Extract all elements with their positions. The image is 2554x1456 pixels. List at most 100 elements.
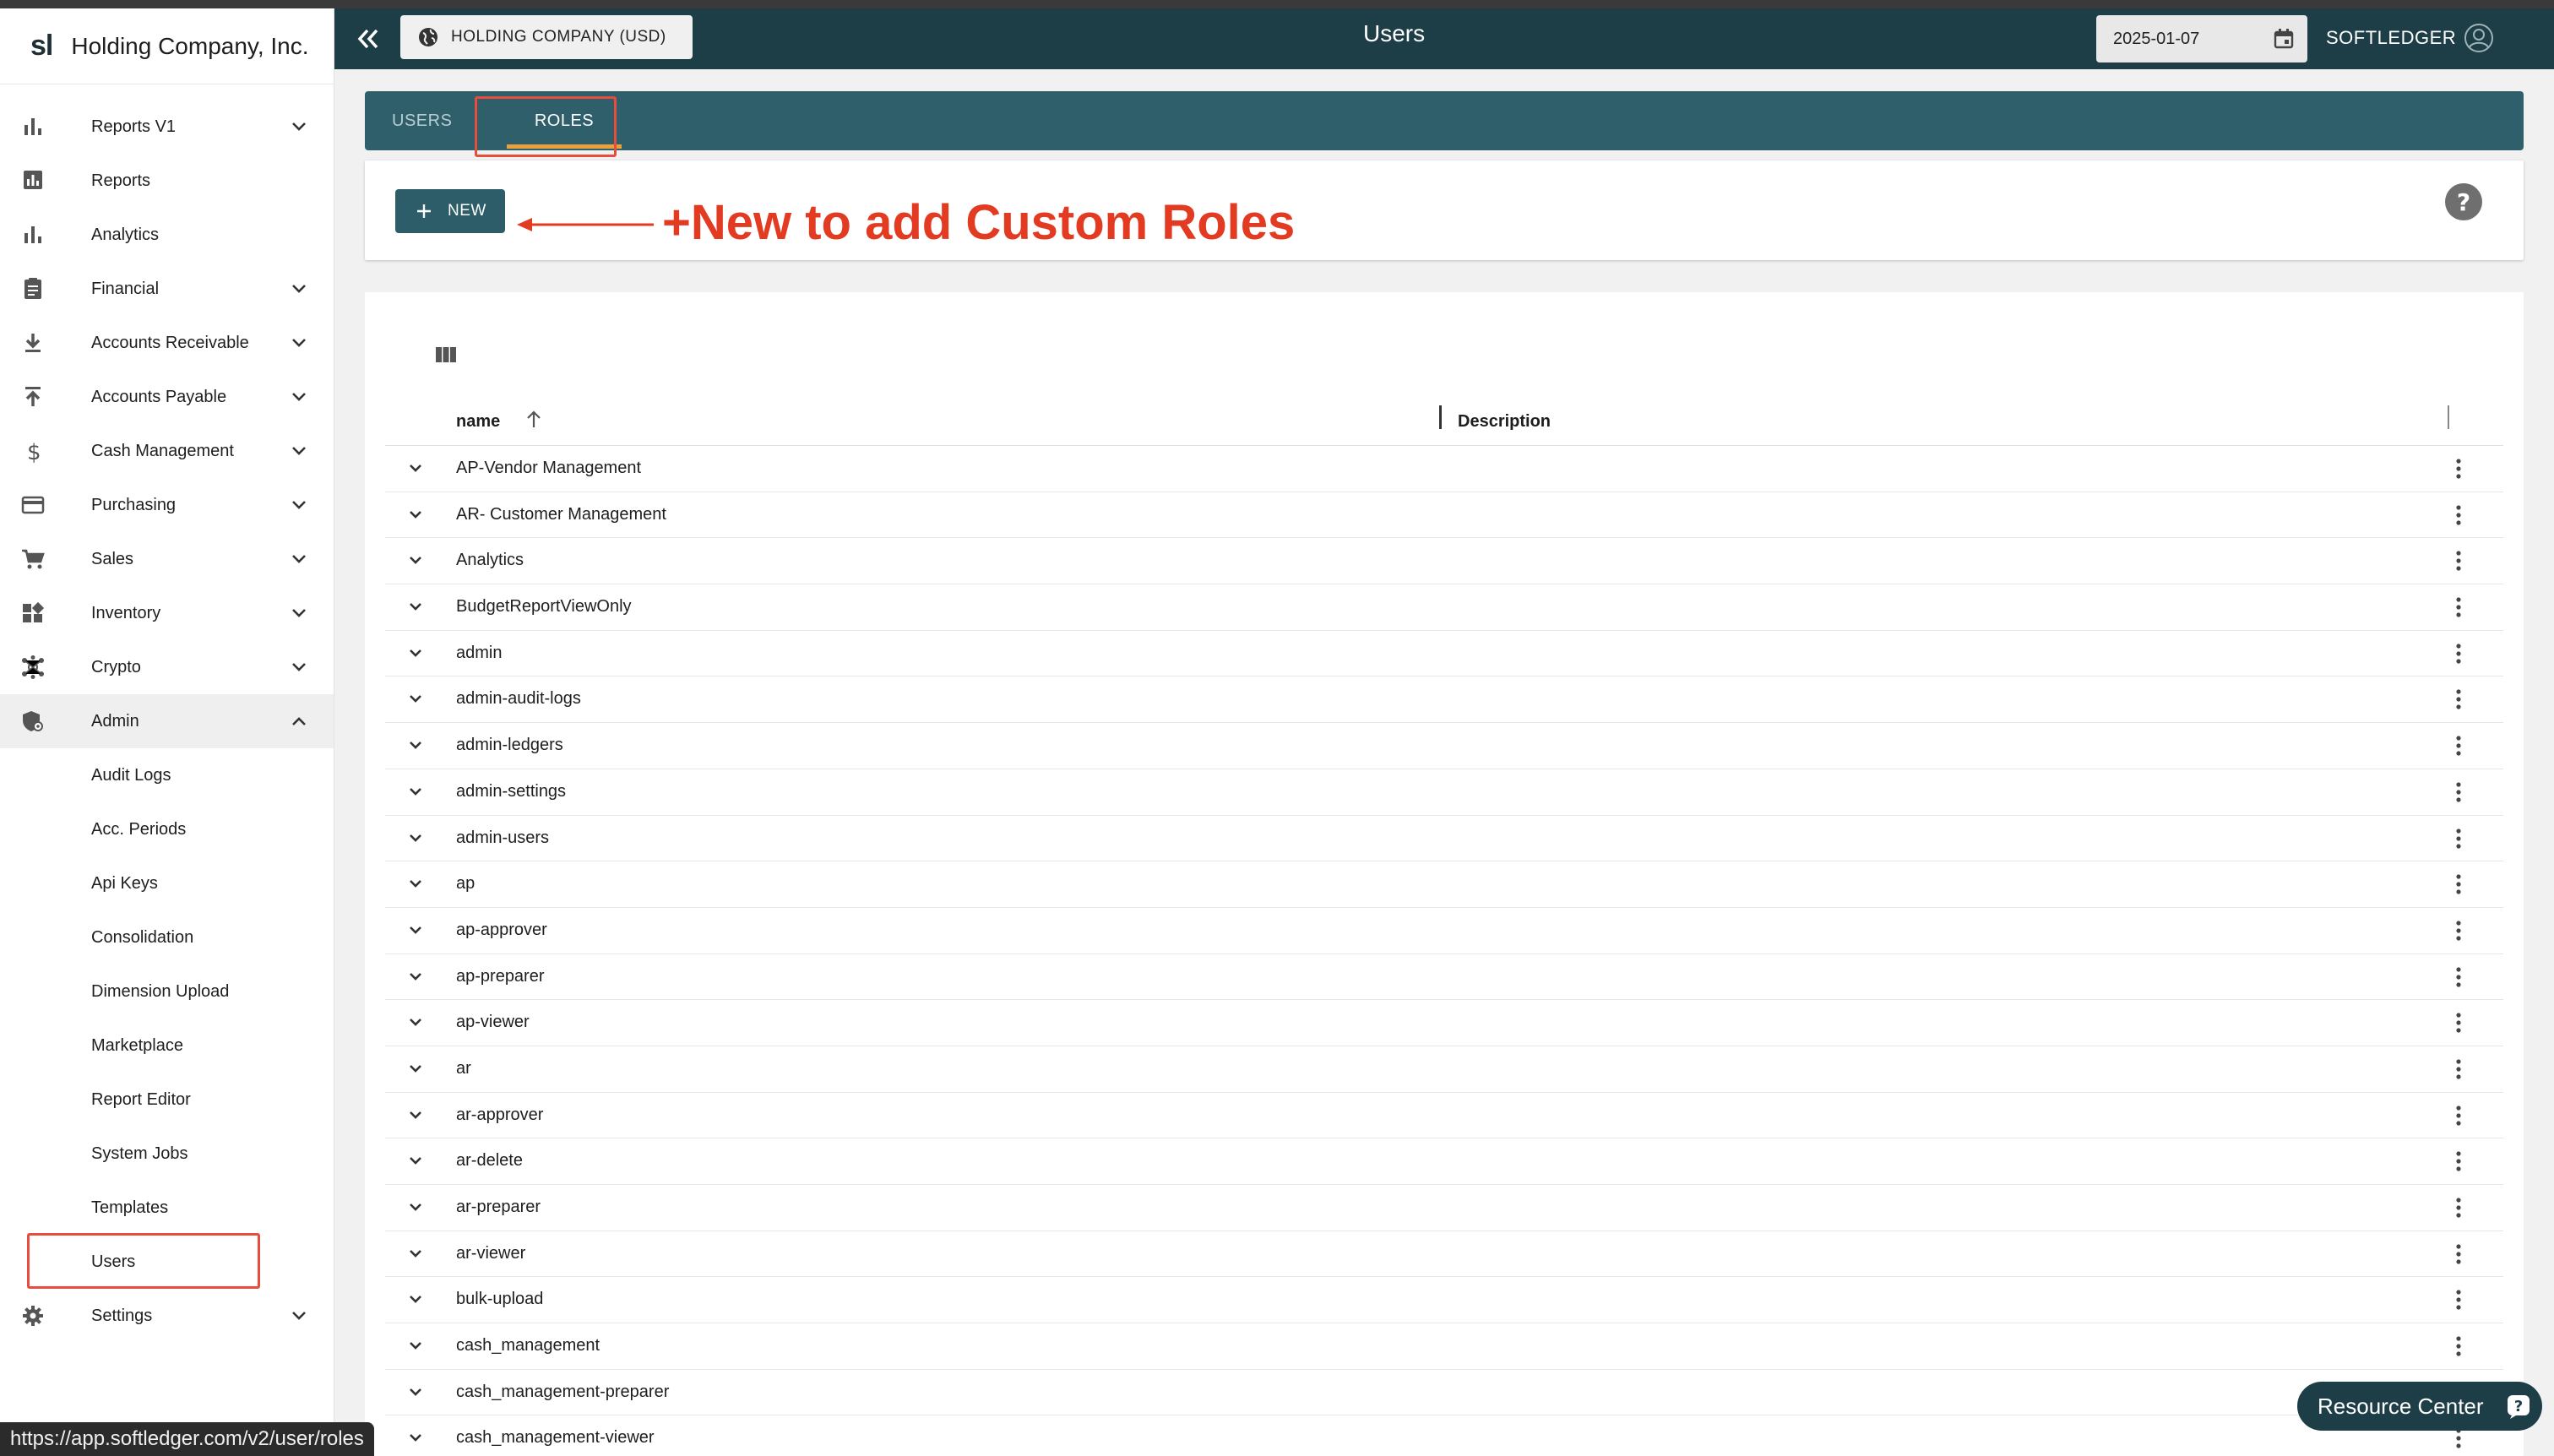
sidebar-subitem-users[interactable]: Users [0,1235,334,1289]
sidebar-subitem-marketplace[interactable]: Marketplace [0,1019,334,1073]
sidebar-item-reports-v1[interactable]: Reports V1 [0,100,334,154]
calendar-icon[interactable] [2272,27,2296,51]
table-row[interactable]: cash_management [385,1323,2503,1370]
expand-row-icon[interactable] [405,736,426,755]
expand-row-icon[interactable] [405,598,426,617]
more-options-icon[interactable] [2454,456,2463,481]
sidebar-item-crypto[interactable]: Crypto [0,640,334,694]
sidebar-subitem-consolidation[interactable]: Consolidation [0,910,334,964]
table-row[interactable]: bulk-upload [385,1277,2503,1324]
sidebar-subitem-audit-logs[interactable]: Audit Logs [0,748,334,802]
sidebar-subitem-templates[interactable]: Templates [0,1181,334,1235]
date-field[interactable]: 2025-01-07 [2096,15,2307,62]
sidebar-item-inventory[interactable]: Inventory [0,586,334,640]
table-row[interactable]: ap-viewer [385,1000,2503,1046]
table-row[interactable]: AP-Vendor Management [385,446,2503,492]
expand-row-icon[interactable] [405,968,426,986]
more-options-icon[interactable] [2454,595,2463,620]
more-options-icon[interactable] [2454,1010,2463,1035]
table-row[interactable]: BudgetReportViewOnly [385,584,2503,631]
expand-row-icon[interactable] [405,644,426,663]
table-row[interactable]: admin-settings [385,769,2503,816]
sidebar-item-accounts-payable[interactable]: Accounts Payable [0,370,334,424]
column-resize-handle[interactable] [2448,405,2449,429]
expand-row-icon[interactable] [405,1429,426,1448]
more-options-icon[interactable] [2454,780,2463,805]
table-row[interactable]: ap [385,861,2503,908]
table-row[interactable]: cash_management-viewer [385,1415,2503,1456]
sidebar-subitem-acc-periods[interactable]: Acc. Periods [0,802,334,856]
more-options-icon[interactable] [2454,641,2463,666]
sidebar-item-accounts-receivable[interactable]: Accounts Receivable [0,316,334,370]
resource-center-button[interactable]: Resource Center ? [2297,1382,2542,1431]
more-options-icon[interactable] [2454,503,2463,528]
sidebar-item-settings[interactable]: Settings [0,1289,334,1343]
sidebar-item-analytics[interactable]: Analytics [0,208,334,262]
expand-row-icon[interactable] [405,1060,426,1078]
sidebar-subitem-system-jobs[interactable]: System Jobs [0,1127,334,1181]
table-row[interactable]: ap-approver [385,908,2503,954]
expand-row-icon[interactable] [405,1290,426,1309]
expand-row-icon[interactable] [405,459,426,478]
columns-icon[interactable] [434,343,458,367]
more-options-icon[interactable] [2454,1057,2463,1082]
more-options-icon[interactable] [2454,826,2463,851]
expand-row-icon[interactable] [405,1013,426,1032]
company-selector-button[interactable]: HOLDING COMPANY (USD) [400,15,693,59]
column-header-description[interactable]: Description [1458,412,1551,432]
sidebar-item-purchasing[interactable]: Purchasing [0,478,334,532]
more-options-icon[interactable] [2454,1103,2463,1128]
table-row[interactable]: admin-audit-logs [385,676,2503,724]
more-options-icon[interactable] [2454,964,2463,990]
tab-users[interactable]: USERS [392,91,452,150]
table-row[interactable]: ar-delete [385,1138,2503,1185]
tab-roles[interactable]: ROLES [507,91,622,150]
sidebar-item-sales[interactable]: Sales [0,532,334,586]
more-options-icon[interactable] [2454,1195,2463,1220]
sidebar-item-financial[interactable]: Financial [0,262,334,316]
table-row[interactable]: ar-viewer [385,1231,2503,1278]
expand-row-icon[interactable] [405,875,426,894]
expand-row-icon[interactable] [405,506,426,524]
more-options-icon[interactable] [2454,918,2463,943]
table-row[interactable]: AR- Customer Management [385,492,2503,539]
expand-row-icon[interactable] [405,1337,426,1355]
expand-row-icon[interactable] [405,1106,426,1125]
more-options-icon[interactable] [2454,687,2463,712]
column-resize-handle[interactable] [1439,405,1442,429]
table-row[interactable]: ar-preparer [385,1185,2503,1231]
sidebar-subitem-api-keys[interactable]: Api Keys [0,856,334,910]
sort-ascending-icon[interactable] [524,409,544,431]
expand-row-icon[interactable] [405,783,426,801]
more-options-icon[interactable] [2454,1334,2463,1359]
expand-row-icon[interactable] [405,551,426,570]
expand-row-icon[interactable] [405,1152,426,1171]
brand[interactable]: sl Holding Company, Inc. [0,8,334,84]
table-row[interactable]: ar [385,1046,2503,1093]
sidebar-item-admin[interactable]: Admin [0,694,334,748]
new-role-button[interactable]: NEW [395,189,505,233]
table-row[interactable]: ap-preparer [385,954,2503,1001]
user-avatar-icon[interactable] [2463,22,2495,54]
sidebar-subitem-report-editor[interactable]: Report Editor [0,1073,334,1127]
sidebar-item-reports[interactable]: Reports [0,154,334,208]
table-row[interactable]: cash_management-preparer [385,1370,2503,1416]
expand-row-icon[interactable] [405,1245,426,1263]
column-header-name[interactable]: name [456,412,500,432]
expand-row-icon[interactable] [405,690,426,709]
table-row[interactable]: Analytics [385,538,2503,585]
expand-row-icon[interactable] [405,1198,426,1217]
help-icon[interactable]: ? [2443,181,2485,223]
more-options-icon[interactable] [2454,872,2463,897]
table-row[interactable]: ar-approver [385,1093,2503,1139]
more-options-icon[interactable] [2454,548,2463,573]
collapse-sidebar-icon[interactable] [353,24,383,54]
more-options-icon[interactable] [2454,1287,2463,1312]
table-row[interactable]: admin [385,631,2503,677]
table-row[interactable]: admin-ledgers [385,723,2503,769]
more-options-icon[interactable] [2454,1149,2463,1174]
expand-row-icon[interactable] [405,829,426,848]
sidebar-subitem-dimension-upload[interactable]: Dimension Upload [0,964,334,1019]
user-name[interactable]: SOFTLEDGER [2326,27,2456,49]
more-options-icon[interactable] [2454,1241,2463,1267]
